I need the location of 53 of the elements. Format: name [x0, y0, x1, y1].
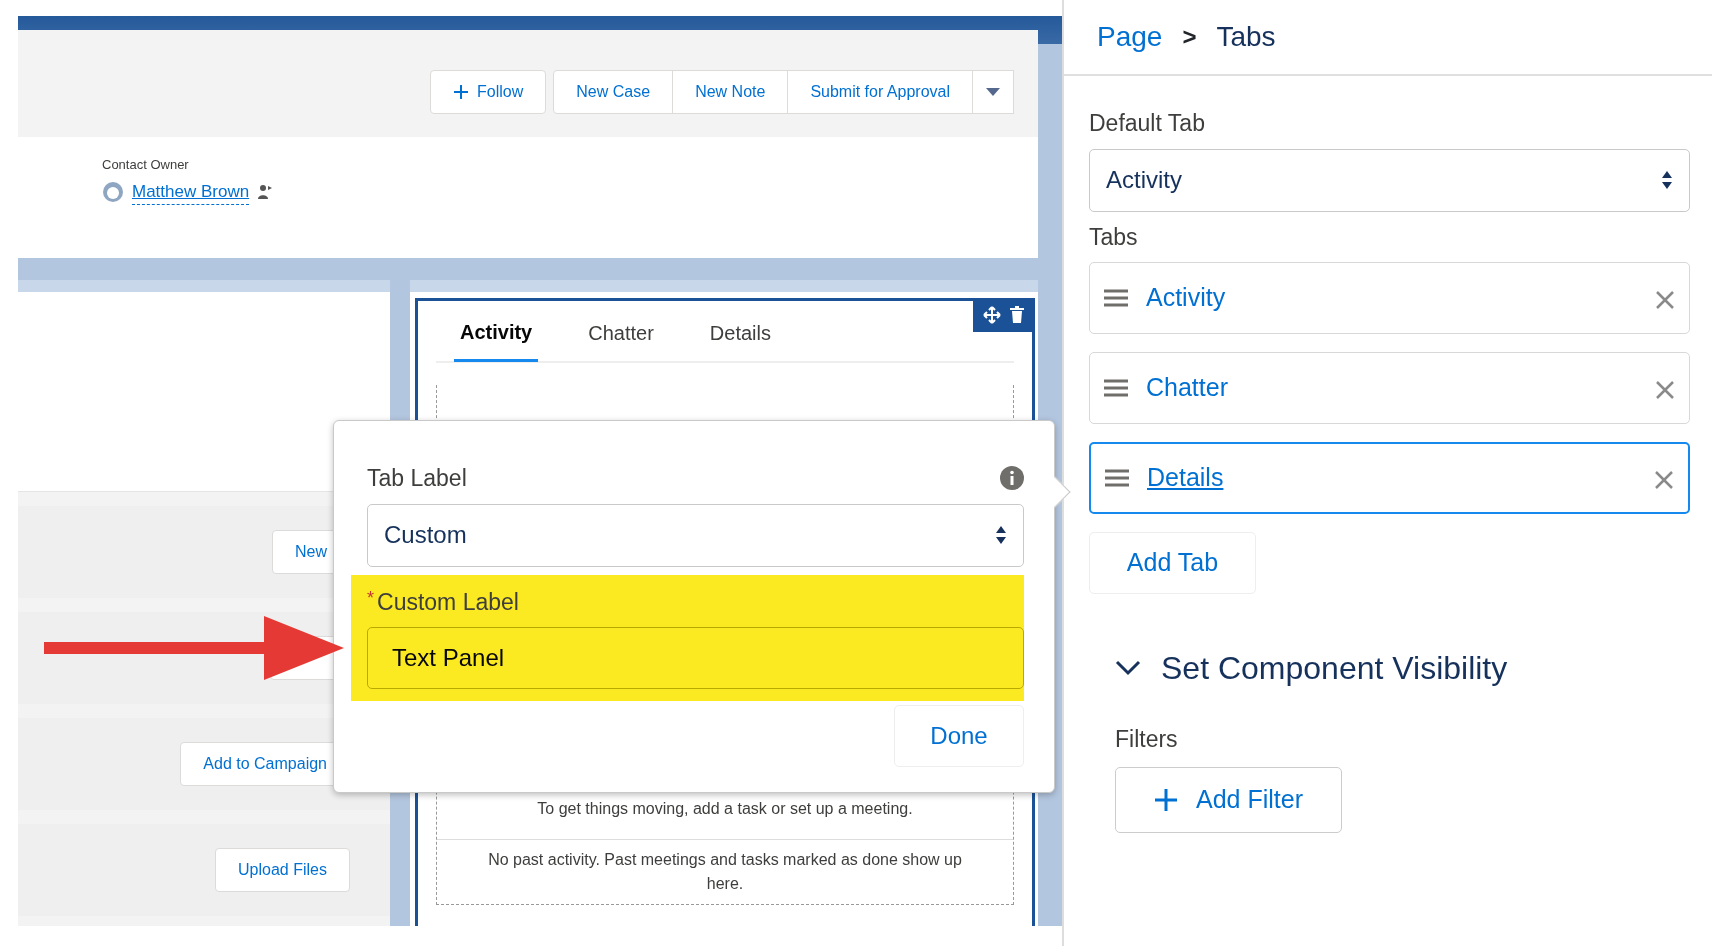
select-field[interactable]: Activity	[1089, 148, 1690, 212]
action-button[interactable]: New Note	[672, 70, 789, 114]
field-label: Tab Label	[367, 464, 467, 493]
tab-label: Details	[1147, 462, 1224, 494]
dropdown-button[interactable]	[972, 70, 1014, 114]
caret-down-icon	[985, 87, 1001, 97]
done-button[interactable]: Done	[894, 705, 1024, 767]
tab[interactable]: Details	[703, 302, 777, 360]
action-button[interactable]: Submit for Approval	[787, 70, 973, 114]
info-icon	[1000, 466, 1024, 491]
avatar-icon	[102, 180, 124, 203]
drag-handle-icon	[1104, 288, 1128, 308]
select-field[interactable]: Custom	[367, 503, 1024, 567]
close-icon	[1654, 469, 1674, 490]
plus-icon	[453, 84, 470, 100]
tab-label: Activity	[1146, 282, 1226, 314]
owner-link[interactable]: Matthew Brown	[132, 178, 250, 205]
breadcrumb-current: Tabs	[1216, 20, 1276, 54]
select-value: Custom	[384, 520, 467, 550]
message-text: To get things moving, add a task or set up a meeting.	[536, 799, 914, 819]
section-toggle[interactable]: Set Component Visibility	[1115, 644, 1508, 692]
tab[interactable]: Chatter	[582, 302, 660, 360]
field-label: Filters	[1115, 725, 1179, 754]
field-label: Default Tab	[1089, 109, 1206, 138]
breadcrumb-separator: >	[1182, 22, 1197, 52]
breadcrumb-link[interactable]: Page	[1097, 16, 1163, 58]
tab[interactable]: Activity	[454, 300, 539, 362]
move-icon	[983, 306, 1001, 324]
plus-icon	[1154, 787, 1178, 812]
tab-item[interactable]: Activity	[1089, 262, 1690, 334]
action-button[interactable]: Upload Files	[215, 848, 350, 892]
add-tab-button[interactable]: Add Tab	[1089, 532, 1256, 594]
trash-icon	[1009, 306, 1025, 324]
message-text: No past activity. Past meetings and tasks marked as done show up here.	[437, 839, 1013, 904]
close-icon	[1655, 289, 1675, 310]
drag-handle-icon	[1104, 378, 1128, 398]
change-owner-icon	[257, 182, 274, 201]
sort-icon	[995, 525, 1007, 545]
text-input[interactable]: Text Panel	[367, 627, 1024, 689]
close-icon	[1655, 379, 1675, 400]
field-label: Contact Owner	[102, 156, 190, 174]
add-filter-button[interactable]: Add Filter	[1115, 766, 1342, 833]
action-button[interactable]: New Case	[553, 70, 674, 114]
required-mark: *	[367, 586, 374, 610]
field-label: Tabs	[1089, 222, 1139, 252]
tab-item[interactable]: Chatter	[1089, 352, 1690, 424]
sort-icon	[1661, 170, 1673, 190]
drag-handle-icon	[1105, 468, 1129, 488]
field-label: Custom Label	[377, 587, 519, 617]
tab-item[interactable]: Details	[1089, 442, 1690, 514]
follow-button[interactable]: Follow	[430, 70, 547, 114]
select-value: Activity	[1106, 165, 1182, 195]
tab-label: Chatter	[1146, 372, 1228, 404]
